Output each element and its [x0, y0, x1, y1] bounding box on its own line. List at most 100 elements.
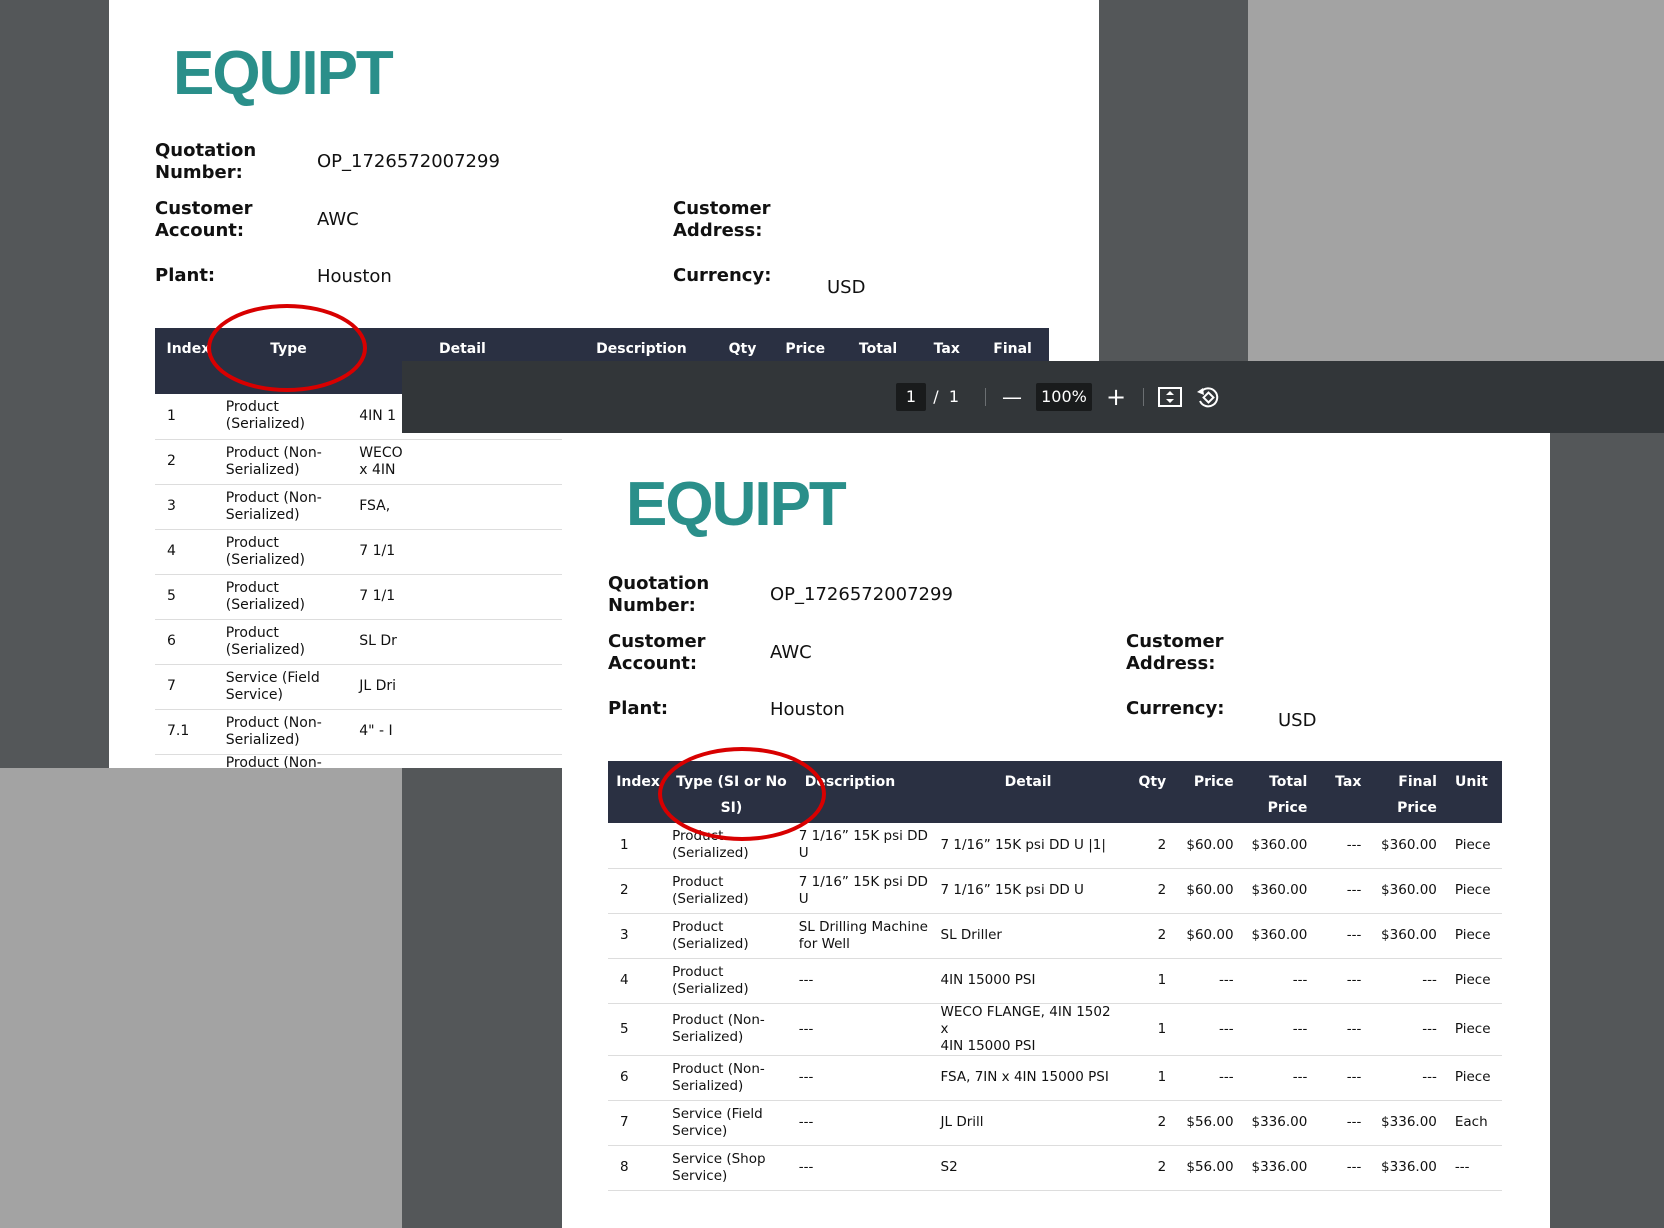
- col-price: Price: [1170, 761, 1238, 823]
- cell-description: 7 1/16” 15K psi DD U: [794, 823, 937, 869]
- cell-qty: 2: [1119, 913, 1171, 959]
- cell-tax: ---: [1311, 1003, 1366, 1056]
- cell-index: 7: [155, 664, 222, 710]
- cell-type: Service (Shop Service): [668, 1145, 795, 1191]
- col-final-price: Final Price: [1365, 761, 1441, 823]
- plant-value: Houston: [317, 266, 392, 287]
- cell-description: SL Drilling Machine for Well: [794, 913, 937, 959]
- customer-account-value: AWC: [770, 642, 812, 663]
- cell-detail: 7 1/16” 15K psi DD U |1|: [936, 823, 1120, 869]
- rotate-button[interactable]: [1195, 384, 1221, 410]
- cell-type: Product (Serialized): [668, 958, 795, 1004]
- col-total-price: Total Price: [1237, 761, 1312, 823]
- cell-tax: ---: [1311, 1145, 1366, 1191]
- cell-index: 7: [608, 1100, 669, 1146]
- cell-tax: ---: [1311, 823, 1366, 869]
- fit-to-page-button[interactable]: [1157, 385, 1183, 409]
- cell-type: Product (Serialized): [221, 529, 356, 575]
- cell-final-price: $360.00: [1365, 913, 1441, 959]
- page-total: 1: [948, 387, 960, 406]
- cell-price: $60.00: [1170, 823, 1238, 869]
- quotation-number-label: Quotation Number:: [608, 573, 710, 616]
- cell-total-price: $360.00: [1237, 823, 1312, 869]
- cell-price: ---: [1170, 958, 1238, 1004]
- cell-type: Product (Non-: [221, 754, 356, 768]
- cell-index: 4: [608, 958, 669, 1004]
- customer-address-label: Customer Address:: [1126, 631, 1224, 674]
- cell-index: 6: [608, 1055, 669, 1101]
- annotation-circle-type: [207, 304, 367, 392]
- cell-index: 5: [608, 1003, 669, 1056]
- cell-price: ---: [1170, 1055, 1238, 1101]
- equipt-logo: EQUIPT: [626, 470, 847, 539]
- cell-unit: Each: [1440, 1100, 1502, 1146]
- cell-index: 4: [155, 529, 222, 575]
- table-row: 5 Product (Non- Serialized) --- WECO FLANGE,…: [608, 1003, 1502, 1056]
- cell-type: Product (Serialized): [221, 619, 356, 665]
- cell-detail: S2: [936, 1145, 1120, 1191]
- cell-tax: ---: [1311, 1100, 1366, 1146]
- toolbar-divider: [985, 388, 986, 406]
- pdf-viewer-toolbar: 1 / 1 — 100% +: [402, 361, 1664, 433]
- cell-detail: FSA, 7IN x 4IN 15000 PSI: [936, 1055, 1120, 1101]
- toolbar-divider: [1143, 388, 1144, 406]
- cell-tax: ---: [1311, 868, 1366, 914]
- rotate-counterclockwise-icon: [1197, 387, 1219, 408]
- cell-unit: Piece: [1440, 1055, 1502, 1101]
- cell-type: Product (Non- Serialized): [221, 709, 356, 755]
- cell-qty: 2: [1119, 1100, 1171, 1146]
- col-unit: Unit: [1440, 761, 1502, 823]
- cell-index: 6: [155, 619, 222, 665]
- cell-final-price: ---: [1365, 1055, 1441, 1101]
- cell-description: ---: [794, 1145, 937, 1191]
- page-number-input[interactable]: 1: [896, 383, 926, 411]
- cell-index: 3: [608, 913, 669, 959]
- cell-qty: 2: [1119, 1145, 1171, 1191]
- currency-value: USD: [1278, 710, 1317, 731]
- cell-price: $60.00: [1170, 913, 1238, 959]
- table-row: 7 Service (Field Service) --- JL Drill 2 $56.0…: [608, 1100, 1502, 1146]
- plant-label: Plant:: [155, 265, 216, 286]
- cell-index: 5: [155, 574, 222, 620]
- cell-price: $60.00: [1170, 868, 1238, 914]
- col-detail: Detail: [936, 761, 1120, 823]
- cell-final-price: ---: [1365, 958, 1441, 1004]
- table-row: 3 Product (Serialized) SL Drilling Machine f…: [608, 913, 1502, 959]
- zoom-level-input[interactable]: 100%: [1036, 383, 1092, 411]
- quotation-number-value: OP_1726572007299: [770, 584, 953, 605]
- col-qty: Qty: [1119, 761, 1171, 823]
- cell-detail: JL Drill: [936, 1100, 1120, 1146]
- cell-unit: Piece: [1440, 1003, 1502, 1056]
- currency-value: USD: [827, 277, 866, 298]
- zoom-in-button[interactable]: +: [1102, 383, 1130, 411]
- cell-total-price: $360.00: [1237, 913, 1312, 959]
- cell-tax: ---: [1311, 958, 1366, 1004]
- cell-type: Service (Field Service): [221, 664, 356, 710]
- page-separator: /: [933, 387, 939, 406]
- cell-qty: 1: [1119, 1003, 1171, 1056]
- quotation-number-value: OP_1726572007299: [317, 151, 500, 172]
- cell-type: Product (Serialized): [668, 913, 795, 959]
- cell-type: Service (Field Service): [668, 1100, 795, 1146]
- cell-qty: 2: [1119, 823, 1171, 869]
- cell-type: Product (Non- Serialized): [668, 1003, 795, 1056]
- cell-price: $56.00: [1170, 1145, 1238, 1191]
- cell-qty: 1: [1119, 1055, 1171, 1101]
- cell-qty: 2: [1119, 868, 1171, 914]
- cell-index: 2: [155, 439, 222, 485]
- table-row: 6 Product (Non- Serialized) --- FSA, 7IN x 4…: [608, 1055, 1502, 1101]
- cell-final-price: $360.00: [1365, 823, 1441, 869]
- annotation-circle-type: [658, 747, 826, 841]
- customer-account-label: Customer Account:: [155, 198, 253, 241]
- customer-account-label: Customer Account:: [608, 631, 706, 674]
- cell-qty: 1: [1119, 958, 1171, 1004]
- quotation-number-label: Quotation Number:: [155, 140, 257, 183]
- cell-total-price: $336.00: [1237, 1145, 1312, 1191]
- cell-description: ---: [794, 958, 937, 1004]
- cell-type: Product (Non- Serialized): [221, 439, 356, 485]
- cell-total-price: ---: [1237, 958, 1312, 1004]
- cell-unit: Piece: [1440, 958, 1502, 1004]
- customer-account-value: AWC: [317, 209, 359, 230]
- cell-unit: Piece: [1440, 823, 1502, 869]
- zoom-out-button[interactable]: —: [998, 383, 1026, 411]
